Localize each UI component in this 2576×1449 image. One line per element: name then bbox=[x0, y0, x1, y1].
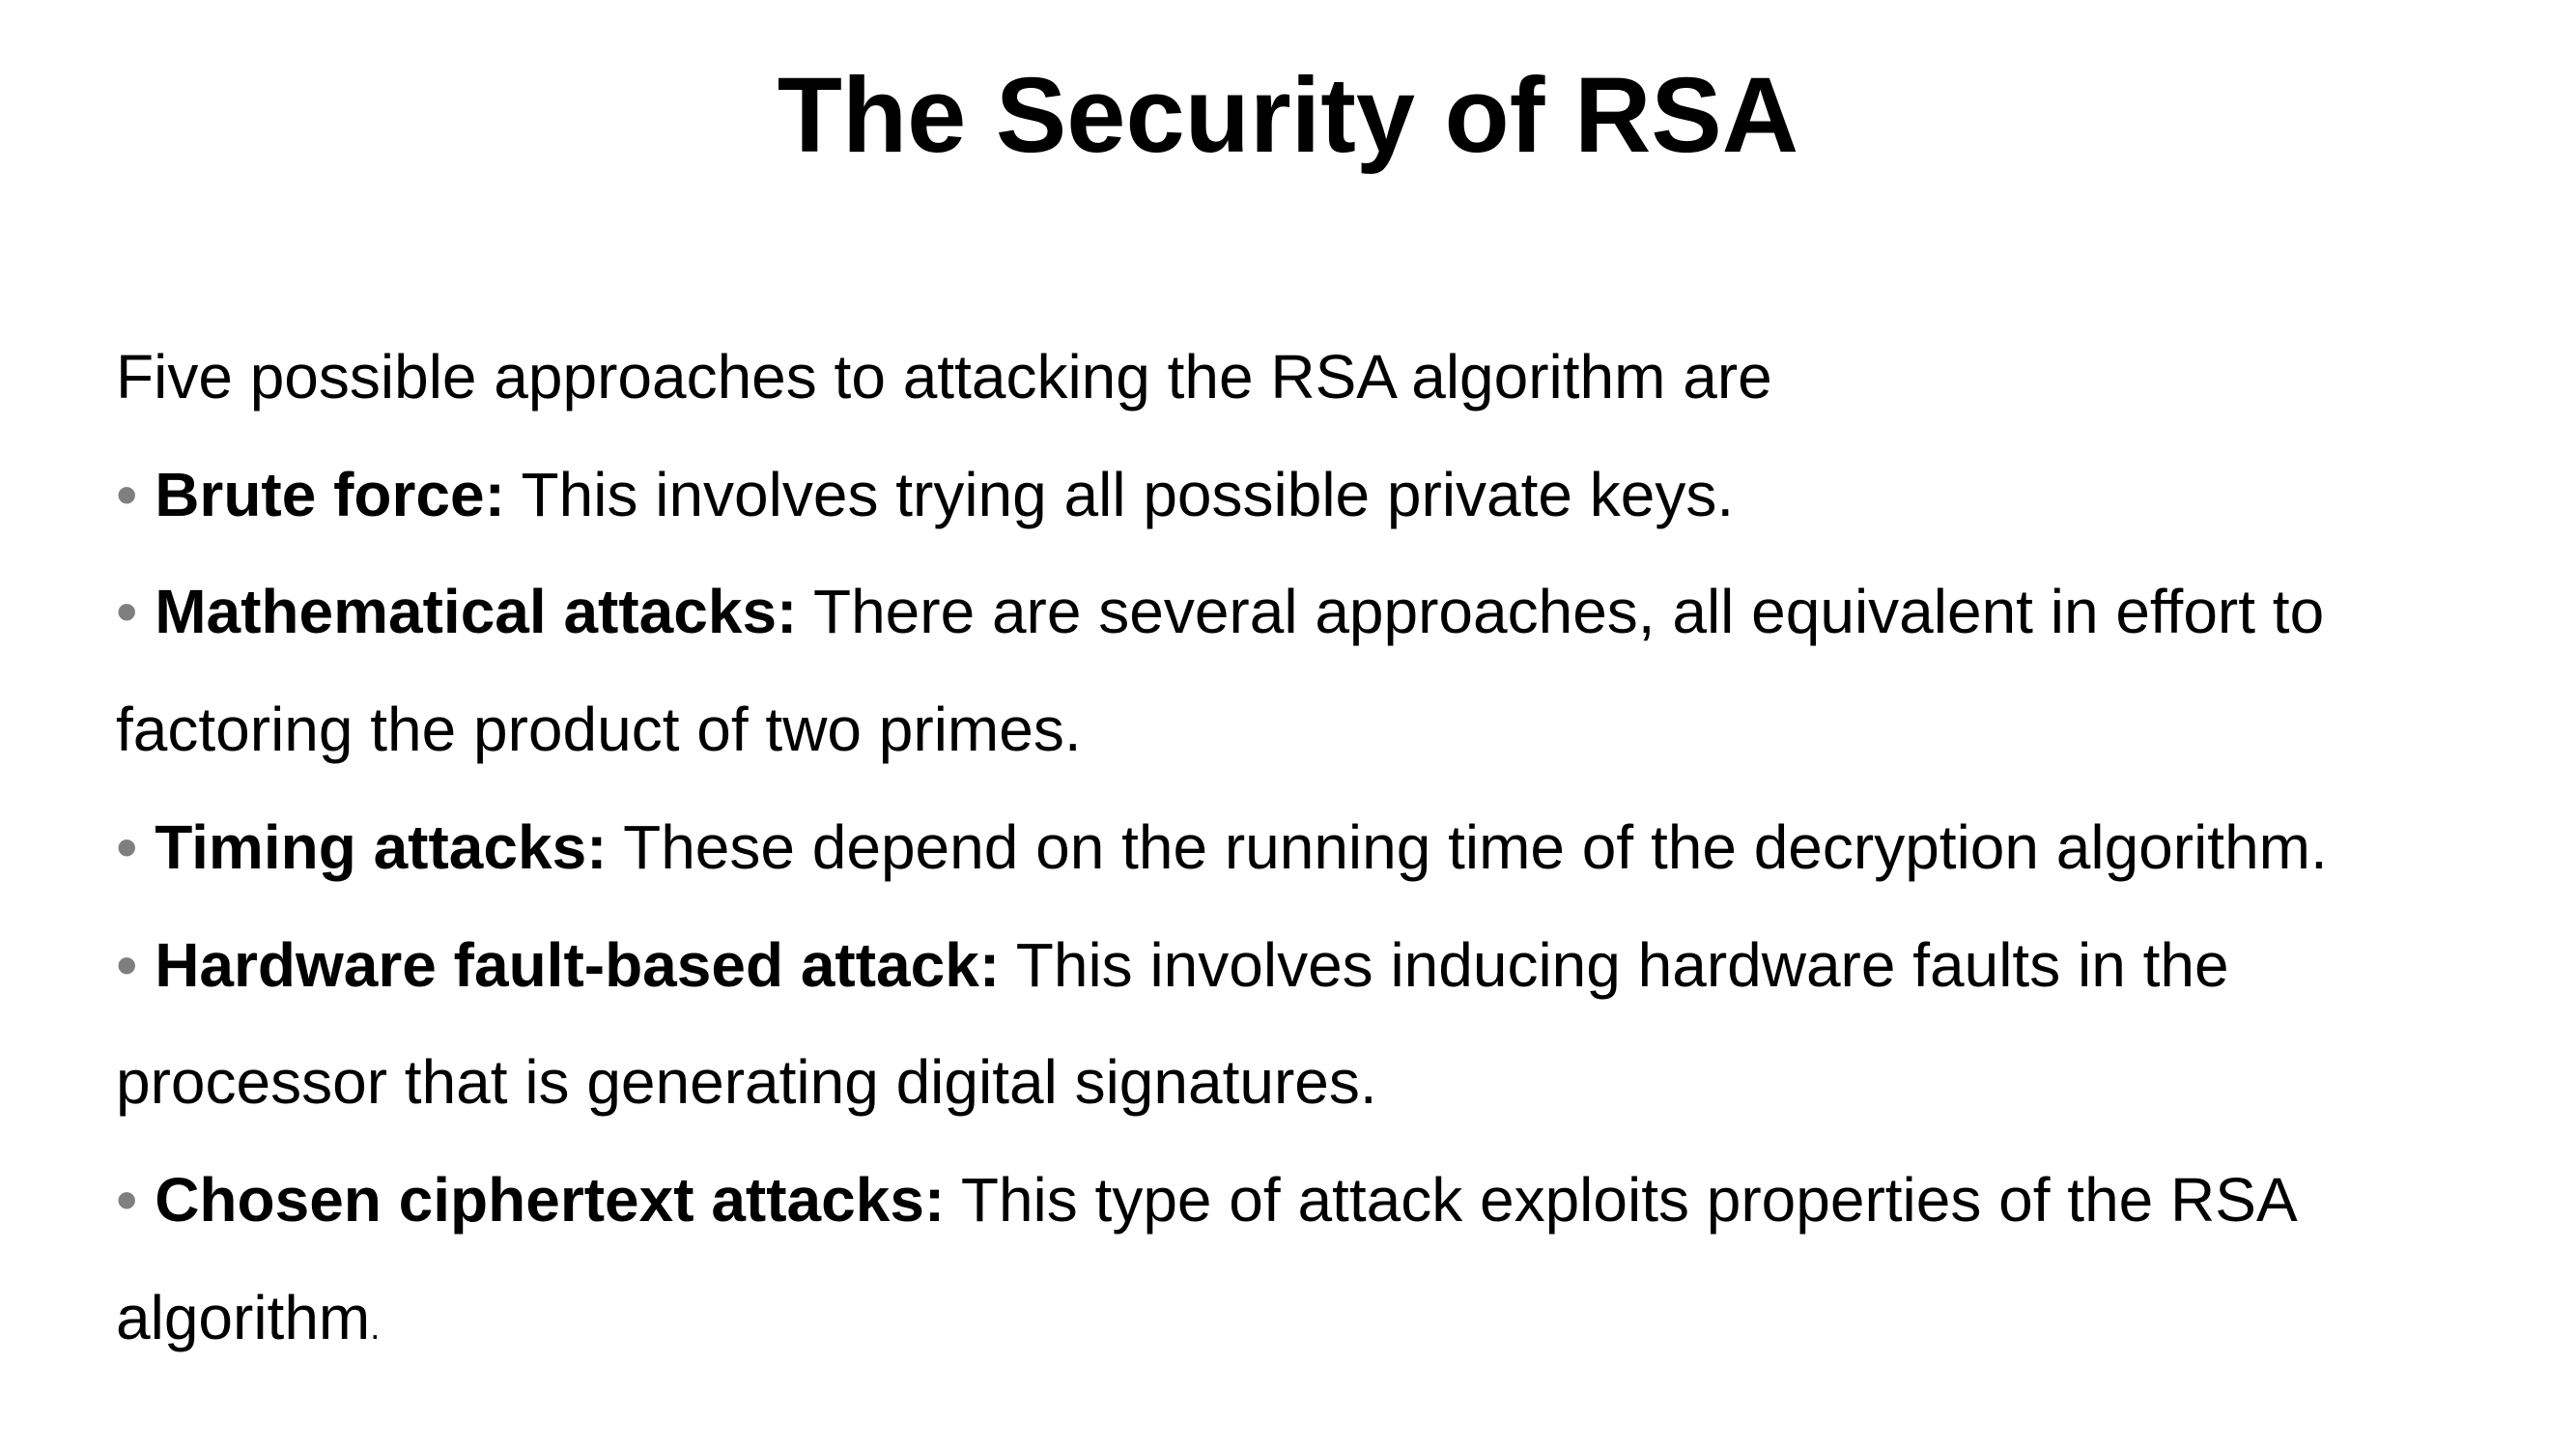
slide-title: The Security of RSA bbox=[777, 56, 1799, 175]
bullet-term: Chosen ciphertext attacks: bbox=[155, 1164, 946, 1235]
bullet-icon: • bbox=[116, 577, 138, 647]
slide-body: Five possible approaches to attacking th… bbox=[116, 319, 2502, 1385]
bullet-icon: • bbox=[116, 459, 138, 529]
intro-text: Five possible approaches to attacking th… bbox=[116, 342, 1772, 412]
bullet-term: Brute force: bbox=[155, 459, 505, 529]
bullet-icon: • bbox=[116, 811, 138, 882]
trailing-period: . bbox=[370, 1306, 381, 1347]
bullet-description: These depend on the running time of the … bbox=[607, 811, 2328, 882]
bullet-description: This involves trying all possible privat… bbox=[504, 459, 1735, 529]
bullet-term: Hardware fault-based attack: bbox=[155, 929, 1001, 1000]
list-item-mathematical-attacks: • Mathematical attacks: There are severa… bbox=[116, 554, 2502, 788]
list-item-brute-force: • Brute force: This involves trying all … bbox=[116, 437, 2502, 554]
bullet-term: Timing attacks: bbox=[155, 811, 608, 882]
bullet-icon: • bbox=[116, 1164, 138, 1235]
list-item-chosen-ciphertext-attacks: • Chosen ciphertext attacks: This type o… bbox=[116, 1142, 2502, 1385]
slide: The Security of RSA Five possible approa… bbox=[0, 0, 2576, 1449]
list-item-timing-attacks: • Timing attacks: These depend on the ru… bbox=[116, 789, 2502, 907]
attack-list: • Brute force: This involves trying all … bbox=[116, 437, 2502, 1386]
bullet-term: Mathematical attacks: bbox=[155, 577, 798, 647]
list-item-hardware-fault-attack: • Hardware fault-based attack: This invo… bbox=[116, 907, 2502, 1142]
bullet-icon: • bbox=[116, 929, 138, 1000]
